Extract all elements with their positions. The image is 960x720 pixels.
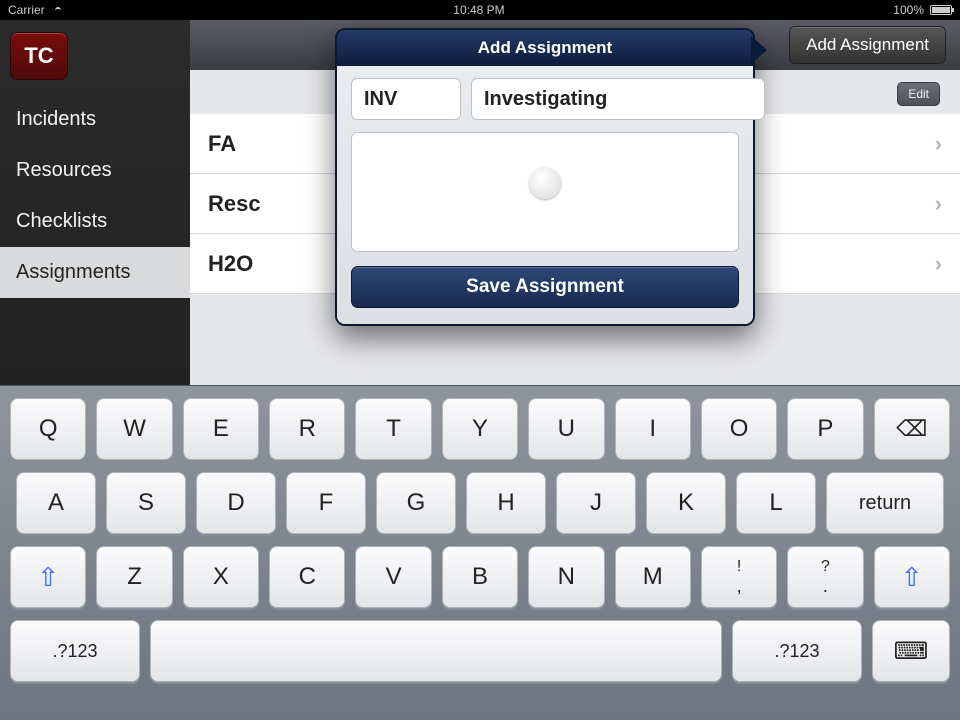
key-c[interactable]: C	[269, 546, 345, 608]
keyboard-row-2: A S D F G H J K L return	[10, 472, 950, 534]
shift-icon: ⇧	[37, 562, 59, 593]
sidebar-item-label: Checklists	[16, 210, 107, 232]
assignment-name-input[interactable]	[471, 78, 765, 120]
key-v[interactable]: V	[355, 546, 431, 608]
key-y[interactable]: Y	[442, 398, 518, 460]
key-g[interactable]: G	[376, 472, 456, 534]
key-r[interactable]: R	[269, 398, 345, 460]
key-return[interactable]: return	[826, 472, 944, 534]
shift-icon: ⇧	[901, 562, 923, 593]
key-j[interactable]: J	[556, 472, 636, 534]
key-o[interactable]: O	[701, 398, 777, 460]
key-q[interactable]: Q	[10, 398, 86, 460]
chevron-right-icon: ›	[935, 131, 942, 157]
key-i[interactable]: I	[615, 398, 691, 460]
chevron-right-icon: ›	[935, 251, 942, 277]
add-assignment-button[interactable]: Add Assignment	[789, 26, 946, 64]
sidebar-item-assignments[interactable]: Assignments	[0, 247, 190, 298]
key-hide-keyboard[interactable]: ⌨	[872, 620, 950, 682]
status-bar: Carrier 10:48 PM 100%	[0, 0, 960, 20]
key-e[interactable]: E	[183, 398, 259, 460]
sidebar-item-checklists[interactable]: Checklists	[0, 196, 190, 247]
key-w[interactable]: W	[96, 398, 172, 460]
battery-icon	[930, 5, 952, 15]
clock: 10:48 PM	[453, 3, 504, 17]
popover-title: Add Assignment	[337, 30, 753, 66]
assignment-code: Resc	[208, 191, 261, 217]
key-p[interactable]: P	[787, 398, 863, 460]
add-assignment-popover: Add Assignment Save Assignment	[335, 28, 755, 326]
save-assignment-button[interactable]: Save Assignment	[351, 266, 739, 308]
chevron-right-icon: ›	[935, 191, 942, 217]
edit-button[interactable]: Edit	[897, 82, 940, 106]
key-n[interactable]: N	[528, 546, 604, 608]
key-l[interactable]: L	[736, 472, 816, 534]
carrier-label: Carrier	[8, 3, 45, 17]
battery-percent: 100%	[893, 3, 924, 17]
keyboard-row-1: Q W E R T Y U I O P ⌫	[10, 398, 950, 460]
key-b[interactable]: B	[442, 546, 518, 608]
key-alt-label: ?	[821, 559, 830, 575]
key-z[interactable]: Z	[96, 546, 172, 608]
sidebar-item-label: Incidents	[16, 108, 96, 130]
key-a[interactable]: A	[16, 472, 96, 534]
key-main-label: .	[823, 577, 828, 595]
key-backspace[interactable]: ⌫	[874, 398, 950, 460]
key-h[interactable]: H	[466, 472, 546, 534]
key-s[interactable]: S	[106, 472, 186, 534]
key-x[interactable]: X	[183, 546, 259, 608]
key-f[interactable]: F	[286, 472, 366, 534]
key-period[interactable]: ?.	[787, 546, 863, 608]
key-u[interactable]: U	[528, 398, 604, 460]
key-main-label: ,	[737, 577, 742, 595]
key-m[interactable]: M	[615, 546, 691, 608]
onscreen-keyboard: Q W E R T Y U I O P ⌫ A S D F G H J K L …	[0, 385, 960, 720]
key-space[interactable]	[150, 620, 722, 682]
key-comma[interactable]: !,	[701, 546, 777, 608]
key-t[interactable]: T	[355, 398, 431, 460]
key-k[interactable]: K	[646, 472, 726, 534]
sidebar-item-resources[interactable]: Resources	[0, 145, 190, 196]
sidebar-item-incidents[interactable]: Incidents	[0, 94, 190, 145]
keyboard-row-4: .?123 .?123 ⌨	[10, 620, 950, 682]
key-numeric-left[interactable]: .?123	[10, 620, 140, 682]
key-numeric-right[interactable]: .?123	[732, 620, 862, 682]
key-shift-left[interactable]: ⇧	[10, 546, 86, 608]
key-alt-label: !	[737, 559, 741, 575]
keyboard-row-3: ⇧ Z X C V B N M !, ?. ⇧	[10, 546, 950, 608]
assignment-code: H2O	[208, 251, 253, 277]
wifi-icon	[51, 5, 65, 15]
sidebar-item-label: Assignments	[16, 261, 131, 283]
assignment-code-input[interactable]	[351, 78, 461, 120]
key-d[interactable]: D	[196, 472, 276, 534]
text-cursor-handle-icon[interactable]	[529, 167, 561, 199]
assignment-code: FA	[208, 131, 236, 157]
keyboard-hide-icon: ⌨	[894, 637, 929, 666]
app-logo: TC	[10, 32, 68, 80]
assignment-notes-input[interactable]	[351, 132, 739, 252]
sidebar-item-label: Resources	[16, 159, 112, 181]
key-shift-right[interactable]: ⇧	[874, 546, 950, 608]
